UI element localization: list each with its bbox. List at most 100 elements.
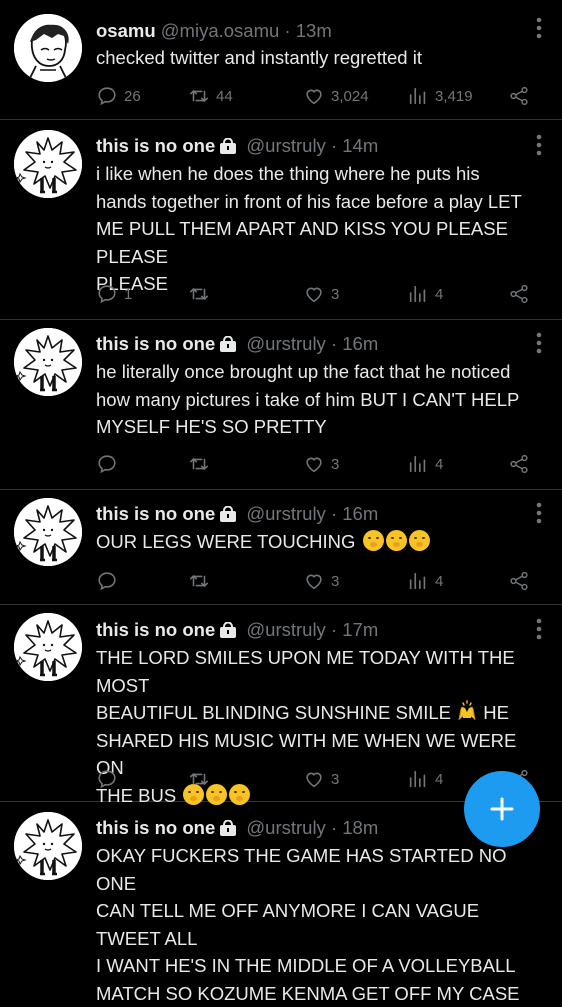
view-count: 4: [435, 285, 444, 303]
view-count: 4: [435, 455, 444, 473]
lock-icon: [219, 622, 237, 638]
display-name[interactable]: this is no one: [96, 817, 215, 838]
avatar[interactable]: [14, 812, 82, 880]
retweet-button[interactable]: [188, 452, 210, 476]
reply-icon: [96, 283, 118, 305]
heart-icon: [303, 453, 325, 475]
reply-button[interactable]: 1: [96, 282, 132, 306]
more-options-icon[interactable]: [536, 618, 542, 640]
handle[interactable]: @urstruly: [246, 503, 325, 524]
reply-icon: [96, 768, 118, 790]
retweet-button[interactable]: [188, 767, 210, 791]
more-options-icon[interactable]: [536, 502, 542, 524]
handle[interactable]: @urstruly: [246, 619, 325, 640]
view-count: 4: [435, 572, 444, 590]
avatar[interactable]: [14, 328, 82, 396]
reply-button[interactable]: [96, 452, 118, 476]
compose-tweet-button[interactable]: [464, 771, 540, 847]
like-count: 3: [331, 455, 340, 473]
timestamp[interactable]: 13m: [296, 20, 332, 41]
reply-button[interactable]: [96, 569, 118, 593]
reply-count: 26: [124, 87, 141, 105]
handle[interactable]: @urstruly: [246, 817, 325, 838]
tweet-actions: 3 4: [96, 569, 536, 593]
display-name[interactable]: this is no one: [96, 619, 215, 640]
tweet-header: this is no one @urstruly · 14m: [96, 134, 522, 158]
like-count: 3: [331, 770, 340, 788]
shushing-face-emoji-icon: [385, 530, 407, 551]
avatar[interactable]: [14, 14, 82, 82]
display-name[interactable]: osamu: [96, 20, 156, 41]
separator: ·: [325, 817, 343, 838]
view-count: 4: [435, 770, 444, 788]
avatar[interactable]: [14, 130, 82, 198]
tweet-text-segment: BEAUTIFUL BLINDING SUNSHINE SMILE: [96, 702, 451, 723]
retweet-icon: [188, 570, 210, 592]
share-button[interactable]: [508, 84, 530, 108]
views-button[interactable]: 3,419: [407, 84, 473, 108]
like-button[interactable]: 3: [303, 569, 339, 593]
share-icon: [508, 283, 530, 305]
tweet-text: i like when he does the thing where he p…: [96, 163, 522, 294]
share-button[interactable]: [508, 569, 530, 593]
like-count: 3,024: [331, 87, 369, 105]
display-name[interactable]: this is no one: [96, 135, 215, 156]
heart-icon: [303, 768, 325, 790]
lock-icon: [219, 336, 237, 352]
reply-icon: [96, 570, 118, 592]
plus-icon: [490, 797, 514, 821]
reply-button[interactable]: 26: [96, 84, 141, 108]
timestamp[interactable]: 14m: [342, 135, 378, 156]
tweet-text: checked twitter and instantly regretted …: [96, 47, 422, 68]
like-button[interactable]: 3: [303, 767, 339, 791]
timestamp[interactable]: 17m: [342, 619, 378, 640]
separator: ·: [279, 20, 296, 41]
tweet-header: this is no one @urstruly · 16m: [96, 332, 522, 356]
tweet[interactable]: this is no one @urstruly · 14m i like wh…: [0, 120, 562, 320]
handle[interactable]: @miya.osamu: [161, 20, 280, 41]
timestamp[interactable]: 16m: [342, 503, 378, 524]
avatar[interactable]: [14, 498, 82, 566]
avatar[interactable]: [14, 613, 82, 681]
tweet-text-line: THE LORD SMILES UPON ME TODAY WITH THE M…: [96, 647, 515, 696]
retweet-button[interactable]: 44: [188, 84, 233, 108]
share-button[interactable]: [508, 282, 530, 306]
display-name[interactable]: this is no one: [96, 333, 215, 354]
more-options-icon[interactable]: [536, 17, 542, 39]
handle[interactable]: @urstruly: [246, 333, 325, 354]
more-options-icon[interactable]: [536, 332, 542, 354]
tweet[interactable]: this is no one @urstruly · 17m THE LORD …: [0, 605, 562, 806]
reply-button[interactable]: [96, 767, 118, 791]
tweet-actions: 26 44 3,024 3,419: [96, 84, 536, 108]
views-button[interactable]: 4: [407, 569, 443, 593]
display-name[interactable]: this is no one: [96, 503, 215, 524]
like-count: 3: [331, 285, 340, 303]
retweet-button[interactable]: [188, 569, 210, 593]
share-icon: [508, 85, 530, 107]
views-button[interactable]: 4: [407, 282, 443, 306]
views-button[interactable]: 4: [407, 767, 443, 791]
like-button[interactable]: 3: [303, 452, 339, 476]
retweet-icon: [188, 453, 210, 475]
timestamp[interactable]: 18m: [342, 817, 378, 838]
tweet-text: he literally once brought up the fact th…: [96, 361, 520, 437]
views-icon: [407, 283, 429, 305]
retweet-button[interactable]: [188, 282, 210, 306]
share-button[interactable]: [508, 452, 530, 476]
lock-icon: [219, 820, 237, 836]
star-doodle-avatar-icon: [14, 328, 82, 396]
tweet[interactable]: this is no one @urstruly · 16m OUR LEGS …: [0, 490, 562, 605]
views-icon: [407, 85, 429, 107]
timestamp[interactable]: 16m: [342, 333, 378, 354]
tweet[interactable]: this is no one @urstruly · 16m he litera…: [0, 320, 562, 490]
like-button[interactable]: 3: [303, 282, 339, 306]
more-options-icon[interactable]: [536, 134, 542, 156]
handle[interactable]: @urstruly: [246, 135, 325, 156]
tweet-text: OUR LEGS WERE TOUCHING: [96, 528, 548, 556]
like-button[interactable]: 3,024: [303, 84, 369, 108]
heart-icon: [303, 85, 325, 107]
views-button[interactable]: 4: [407, 452, 443, 476]
tweet[interactable]: osamu @miya.osamu · 13m checked twitter …: [0, 0, 562, 120]
star-doodle-avatar-icon: [14, 812, 82, 880]
reply-icon: [96, 85, 118, 107]
